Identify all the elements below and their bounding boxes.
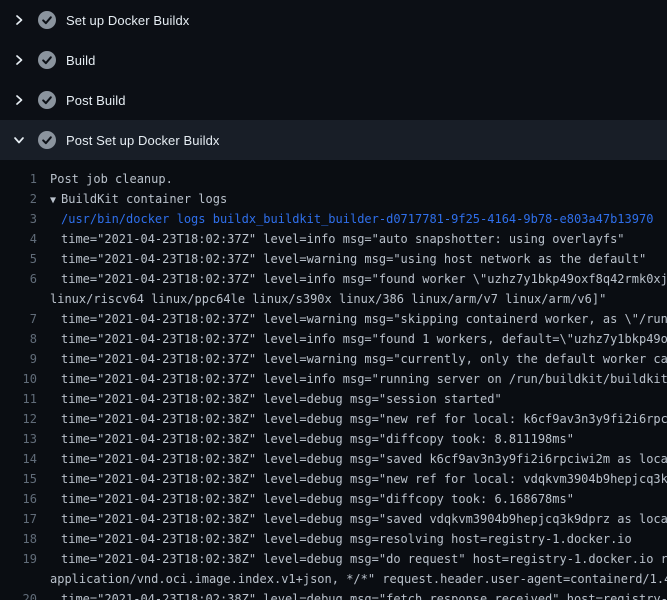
log-line: 15 time="2021-04-23T18:02:38Z" level=debu…	[0, 469, 667, 489]
log-text: time="2021-04-23T18:02:38Z" level=debug …	[61, 509, 667, 529]
log-area: 1 Post job cleanup. 2 ▼ BuildKit container l…	[0, 160, 667, 600]
log-text: time="2021-04-23T18:02:37Z" level=info m…	[61, 329, 667, 349]
line-number[interactable]: 18	[0, 529, 37, 549]
line-number[interactable]: 5	[0, 249, 37, 269]
step-row-2[interactable]: Build	[0, 40, 667, 80]
chevron-right-icon	[11, 92, 27, 108]
log-text: time="2021-04-23T18:02:37Z" level=info m…	[61, 269, 667, 289]
chevron-down-icon	[11, 132, 27, 148]
line-number[interactable]: 12	[0, 409, 37, 429]
log-line: 5 time="2021-04-23T18:02:37Z" level=warni…	[0, 249, 667, 269]
step-row-1[interactable]: Set up Docker Buildx	[0, 0, 667, 40]
log-text: time="2021-04-23T18:02:37Z" level=info m…	[61, 229, 625, 249]
collapse-triangle-icon[interactable]: ▼	[50, 195, 56, 206]
log-line: 14 time="2021-04-23T18:02:38Z" level=debu…	[0, 449, 667, 469]
check-circle-icon	[38, 131, 56, 149]
log-line: 19 time="2021-04-23T18:02:38Z" level=debu…	[0, 549, 667, 569]
step-row-4[interactable]: Post Set up Docker Buildx	[0, 120, 667, 160]
line-number[interactable]: 9	[0, 349, 37, 369]
log-text: time="2021-04-23T18:02:37Z" level=warnin…	[61, 309, 667, 329]
actions-log-viewer: Set up Docker Buildx Build Post Build Post …	[0, 0, 667, 600]
log-line-continuation: linux/riscv64 linux/ppc64le linux/s390x …	[0, 289, 667, 309]
log-line: 17 time="2021-04-23T18:02:38Z" level=debu…	[0, 509, 667, 529]
log-text: time="2021-04-23T18:02:38Z" level=debug …	[61, 469, 667, 489]
line-number[interactable]: 17	[0, 509, 37, 529]
line-number[interactable]: 19	[0, 549, 37, 569]
line-number[interactable]: 16	[0, 489, 37, 509]
line-number[interactable]: 11	[0, 389, 37, 409]
log-line: 10 time="2021-04-23T18:02:37Z" level=info…	[0, 369, 667, 389]
line-number	[0, 289, 37, 309]
chevron-right-icon	[11, 52, 27, 68]
line-number[interactable]: 8	[0, 329, 37, 349]
log-line: 1 Post job cleanup.	[0, 169, 667, 189]
log-text: time="2021-04-23T18:02:38Z" level=debug …	[61, 489, 574, 509]
log-line: 12 time="2021-04-23T18:02:38Z" level=debu…	[0, 409, 667, 429]
log-text: time="2021-04-23T18:02:38Z" level=debug …	[61, 429, 574, 449]
step-title: Post Set up Docker Buildx	[66, 133, 220, 148]
log-line: 8 time="2021-04-23T18:02:37Z" level=info …	[0, 329, 667, 349]
steps-list: Set up Docker Buildx Build Post Build Post …	[0, 0, 667, 160]
log-text: time="2021-04-23T18:02:37Z" level=warnin…	[61, 349, 667, 369]
log-text: time="2021-04-23T18:02:38Z" level=debug …	[61, 389, 502, 409]
check-circle-icon	[38, 11, 56, 29]
line-number[interactable]: 15	[0, 469, 37, 489]
line-number	[0, 569, 37, 589]
chevron-right-icon	[11, 12, 27, 28]
log-command-text: /usr/bin/docker logs buildx_buildkit_bui…	[61, 209, 653, 229]
log-line: 13 time="2021-04-23T18:02:38Z" level=debu…	[0, 429, 667, 449]
check-circle-icon	[38, 51, 56, 69]
log-line: 2 ▼ BuildKit container logs	[0, 189, 667, 209]
log-line: 7 time="2021-04-23T18:02:37Z" level=warni…	[0, 309, 667, 329]
log-text: time="2021-04-23T18:02:38Z" level=debug …	[61, 449, 667, 469]
line-number[interactable]: 13	[0, 429, 37, 449]
log-group-label: BuildKit container logs	[61, 192, 227, 206]
log-text: time="2021-04-23T18:02:37Z" level=info m…	[61, 369, 667, 389]
line-number[interactable]: 14	[0, 449, 37, 469]
log-line: 18 time="2021-04-23T18:02:38Z" level=debu…	[0, 529, 667, 549]
log-line: 9 time="2021-04-23T18:02:37Z" level=warni…	[0, 349, 667, 369]
line-number[interactable]: 3	[0, 209, 37, 229]
step-title: Set up Docker Buildx	[66, 13, 189, 28]
log-line: 6 time="2021-04-23T18:02:37Z" level=info …	[0, 269, 667, 289]
line-number[interactable]: 1	[0, 169, 37, 189]
line-number[interactable]: 6	[0, 269, 37, 289]
log-text: linux/riscv64 linux/ppc64le linux/s390x …	[50, 289, 606, 309]
log-text: time="2021-04-23T18:02:38Z" level=debug …	[61, 549, 667, 569]
log-text: time="2021-04-23T18:02:38Z" level=debug …	[61, 529, 632, 549]
log-group-line: ▼ BuildKit container logs	[50, 189, 227, 209]
log-line: 11 time="2021-04-23T18:02:38Z" level=debu…	[0, 389, 667, 409]
log-line: 3/usr/bin/docker logs buildx_buildkit_bu…	[0, 209, 667, 229]
line-number[interactable]: 4	[0, 229, 37, 249]
log-line: 16 time="2021-04-23T18:02:38Z" level=debu…	[0, 489, 667, 509]
log-line-continuation: application/vnd.oci.image.index.v1+json,…	[0, 569, 667, 589]
step-title: Build	[66, 53, 95, 68]
line-number[interactable]: 2	[0, 189, 37, 209]
log-text: time="2021-04-23T18:02:37Z" level=warnin…	[61, 249, 646, 269]
log-line: 4 time="2021-04-23T18:02:37Z" level=info …	[0, 229, 667, 249]
line-number[interactable]: 7	[0, 309, 37, 329]
log-line: 20 time="2021-04-23T18:02:38Z" level=debu…	[0, 589, 667, 600]
step-row-3[interactable]: Post Build	[0, 80, 667, 120]
log-text: time="2021-04-23T18:02:38Z" level=debug …	[61, 409, 667, 429]
line-number[interactable]: 10	[0, 369, 37, 389]
line-number[interactable]: 20	[0, 589, 37, 600]
log-text: Post job cleanup.	[50, 169, 173, 189]
log-text: application/vnd.oci.image.index.v1+json,…	[50, 569, 667, 589]
log-text: time="2021-04-23T18:02:38Z" level=debug …	[61, 589, 667, 600]
check-circle-icon	[38, 91, 56, 109]
step-title: Post Build	[66, 93, 126, 108]
